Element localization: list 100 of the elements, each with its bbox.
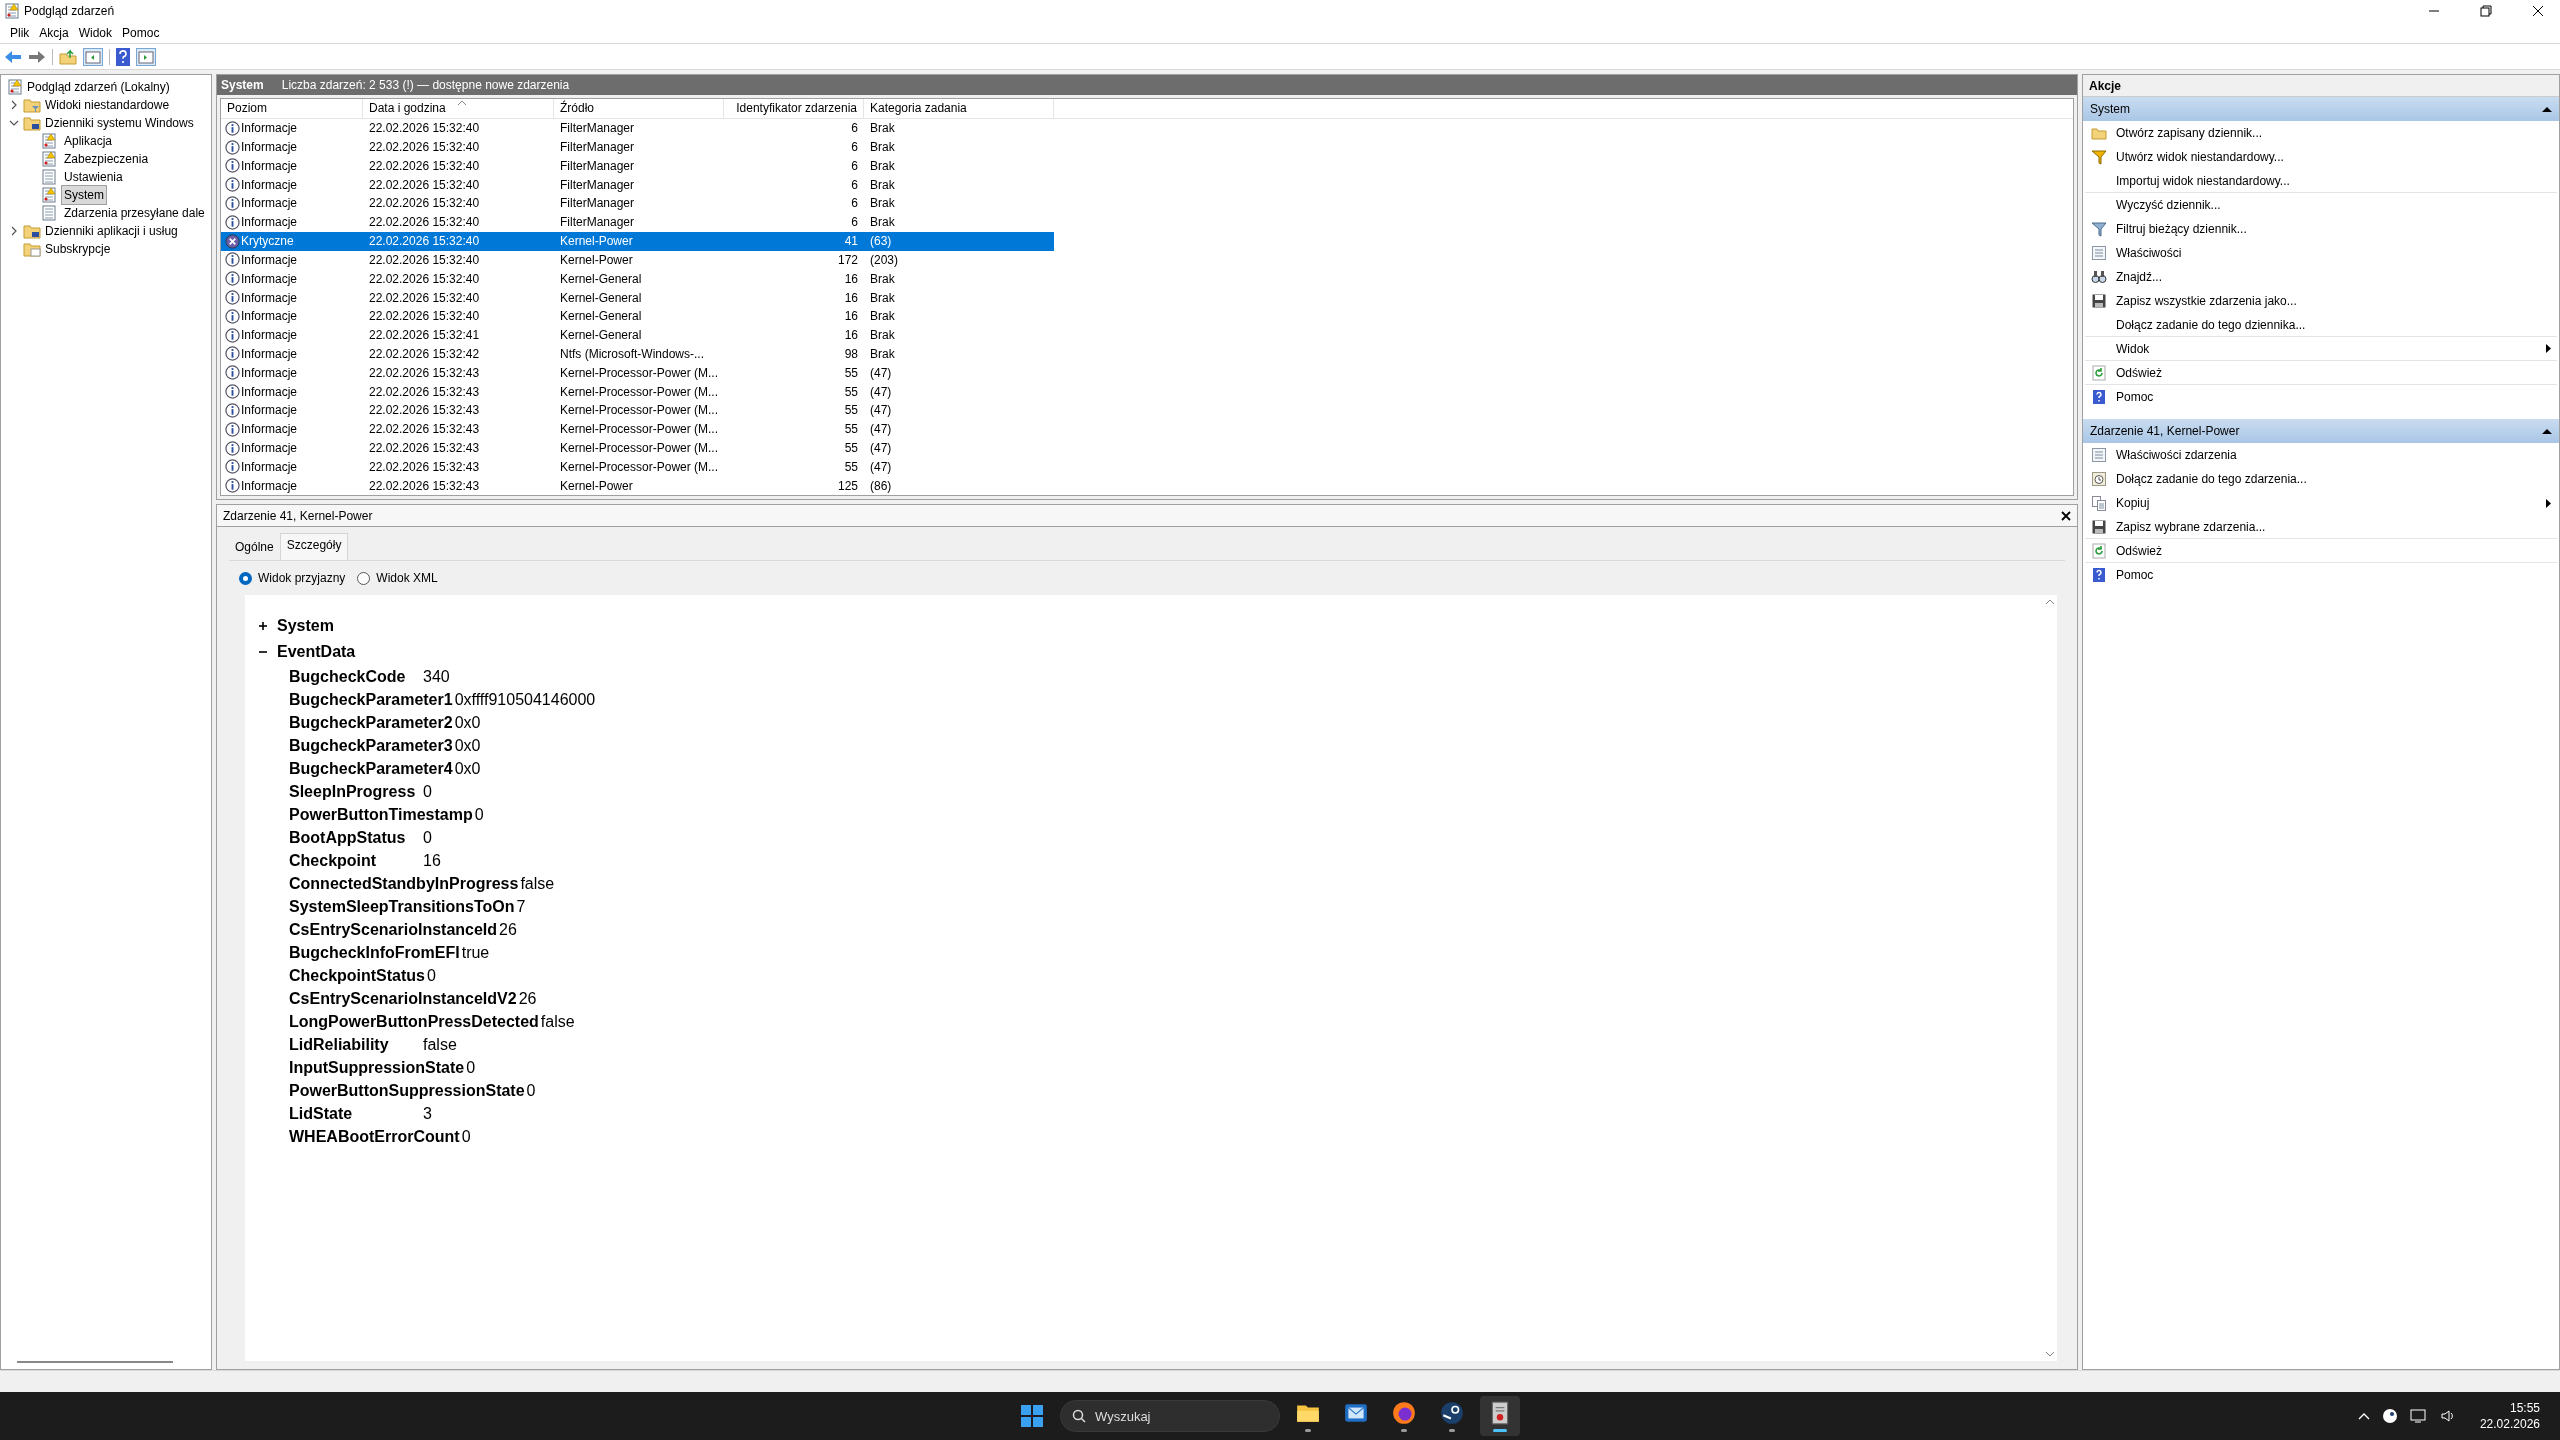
action-link[interactable]: Utwórz widok niestandardowy... [2116, 148, 2284, 166]
action-link[interactable]: Znajdź... [2116, 268, 2163, 286]
action-link[interactable]: Właściwości zdarzenia [2116, 446, 2237, 464]
table-row[interactable]: Informacje 22.02.2026 15:32:40 FilterManager 6 Brak [221, 118, 1054, 138]
action-link[interactable]: Odśwież [2116, 363, 2162, 382]
field-name: PowerButtonSuppressionState [289, 1080, 526, 1101]
table-row[interactable]: Informacje 22.02.2026 15:32:40 FilterManager 6 Brak [221, 212, 1054, 232]
scroll-up-icon[interactable] [2045, 599, 2055, 605]
tree-item[interactable]: Widoki niestandardowe [45, 96, 170, 114]
collapse-arrow-icon[interactable] [2542, 428, 2552, 434]
up-folder-icon[interactable] [59, 48, 77, 65]
tab[interactable]: Ogólne [229, 533, 280, 560]
table-row[interactable]: Informacje 22.02.2026 15:32:40 FilterManager 6 Brak [221, 156, 1054, 176]
chevron-right-icon[interactable] [9, 100, 19, 110]
scroll-down-icon[interactable] [2045, 1351, 2055, 1357]
network-icon[interactable] [2409, 1408, 2428, 1424]
volume-icon[interactable] [2439, 1408, 2456, 1424]
table-row[interactable]: Informacje 22.02.2026 15:32:41 Kernel-General 16 Brak [221, 325, 1054, 345]
collapse-icon[interactable] [259, 648, 267, 656]
table-cell-text: (47) [869, 383, 893, 401]
close-icon[interactable] [2061, 510, 2071, 521]
table-cell-text: Informacje [241, 139, 298, 157]
action-link[interactable]: Zapisz wybrane zdarzenia... [2116, 517, 2266, 536]
search-field[interactable]: Wyszukaj [1060, 1400, 1280, 1432]
table-row[interactable]: Informacje 22.02.2026 15:32:40 Kernel-General 16 Brak [221, 306, 1054, 326]
tree-item[interactable]: Aplikacja [61, 131, 116, 151]
column-header[interactable]: Identyfikator zdarzenia [724, 99, 864, 118]
close-icon[interactable] [2532, 5, 2544, 17]
table-row[interactable]: Informacje 22.02.2026 15:32:43 Kernel-Processor-Power (M... 55 (47) [221, 382, 1054, 401]
chevron-down-icon[interactable] [9, 118, 19, 128]
table-row[interactable]: Informacje 22.02.2026 15:32:40 FilterManager 6 Brak [221, 194, 1054, 213]
action-link[interactable]: Zapisz wszystkie zdarzenia jako... [2116, 292, 2297, 310]
table-row[interactable]: Informacje 22.02.2026 15:32:43 Kernel-Processor-Power (M... 55 (47) [221, 401, 1054, 420]
table-row[interactable]: Informacje 22.02.2026 15:32:40 FilterManager 6 Brak [221, 175, 1054, 195]
start-icon[interactable] [1020, 1404, 1044, 1428]
action-link[interactable]: Widok [2116, 339, 2150, 358]
table-row[interactable]: Informacje 22.02.2026 15:32:43 Kernel-Processor-Power (M... 55 (47) [221, 363, 1054, 383]
action-link[interactable]: Kopiuj [2116, 494, 2150, 512]
menu-item[interactable]: Akcja [35, 23, 73, 42]
menu-item[interactable]: Plik [6, 23, 34, 42]
table-row[interactable]: Informacje 22.02.2026 15:32:42 Ntfs (Microsoft-Windows-... 98 Brak [221, 344, 1054, 364]
table-row[interactable]: Krytyczne 22.02.2026 15:32:40 Kernel-Power 41 (63) [221, 231, 1054, 251]
table-row[interactable]: Informacje 22.02.2026 15:32:43 Kernel-Processor-Power (M... 55 (47) [221, 457, 1054, 477]
restore-icon[interactable] [2480, 5, 2492, 17]
log-icon [41, 169, 57, 185]
table-row[interactable]: Informacje 22.02.2026 15:32:43 Kernel-Power 125 (86) [221, 476, 1054, 495]
clock[interactable]: 15:55 22.02.2026 [2479, 1400, 2540, 1432]
table-row[interactable]: Informacje 22.02.2026 15:32:43 Kernel-Processor-Power (M... 55 (47) [221, 419, 1054, 439]
tree-item[interactable]: Podgląd zdarzeń (Lokalny) [27, 78, 170, 96]
column-header[interactable]: Poziom [221, 99, 363, 118]
tree-item[interactable]: System [61, 185, 107, 205]
back-arrow-icon[interactable] [4, 49, 22, 64]
action-link[interactable]: Dołącz zadanie do tego zdarzenia... [2116, 470, 2307, 488]
action-pane-icon[interactable] [136, 47, 156, 66]
refresh-icon [2091, 542, 2107, 559]
tree-item[interactable]: Ustawienia [61, 167, 126, 187]
forward-arrow-icon[interactable] [28, 49, 46, 64]
tab[interactable]: Szczegóły [279, 533, 349, 560]
expand-icon[interactable] [259, 622, 267, 630]
action-link[interactable]: Właściwości [2116, 244, 2182, 262]
table-row[interactable]: Informacje 22.02.2026 15:32:40 FilterManager 6 Brak [221, 137, 1054, 157]
help-icon[interactable] [116, 47, 130, 66]
pane-toggle-icon[interactable] [83, 47, 103, 66]
tree-item[interactable]: Zdarzenia przesyłane dale [61, 203, 208, 223]
table-row[interactable]: Informacje 22.02.2026 15:32:43 Kernel-Processor-Power (M... 55 (47) [221, 438, 1054, 458]
column-header[interactable]: Data i godzina [363, 99, 554, 118]
tree-item[interactable]: Dzienniki systemu Windows [45, 114, 194, 132]
action-group-header[interactable]: System [2083, 97, 2559, 121]
table-cell-text: (47) [869, 364, 893, 382]
steam-tray-icon[interactable] [2381, 1408, 2398, 1424]
table-cell-text: FilterManager [559, 120, 636, 138]
radio-button[interactable] [357, 571, 371, 585]
action-link[interactable]: Otwórz zapisany dziennik... [2116, 124, 2263, 142]
table-row[interactable]: Informacje 22.02.2026 15:32:40 Kernel-Power 172 (203) [221, 250, 1054, 270]
action-link[interactable]: Pomoc [2116, 388, 2154, 406]
action-link[interactable]: Odśwież [2116, 541, 2162, 560]
action-link[interactable]: Filtruj bieżący dziennik... [2116, 220, 2247, 238]
tree-item[interactable]: Subskrypcje [45, 240, 111, 258]
action-link[interactable]: Importuj widok niestandardowy... [2116, 171, 2290, 190]
scrollbar-thumb[interactable] [17, 1361, 173, 1363]
menu-item[interactable]: Widok [74, 23, 117, 42]
chevron-up-icon[interactable] [2357, 1412, 2370, 1420]
column-header[interactable]: Kategoria zadania [864, 99, 1054, 118]
column-header[interactable]: Źródło [554, 99, 724, 118]
table-row[interactable]: Informacje 22.02.2026 15:32:40 Kernel-General 16 Brak [221, 269, 1054, 289]
radio-button[interactable] [239, 571, 252, 585]
chevron-right-icon[interactable] [9, 226, 19, 236]
action-link[interactable]: Dołącz zadanie do tego dziennika... [2116, 315, 2306, 334]
collapse-arrow-icon[interactable] [2542, 106, 2552, 112]
filter-icon [2091, 149, 2107, 165]
action-link[interactable]: Wyczyść dziennik... [2116, 196, 2221, 214]
menu-item[interactable]: Pomoc [118, 23, 164, 42]
action-link[interactable]: Pomoc [2116, 566, 2154, 584]
tree-item[interactable]: Zabezpieczenia [61, 149, 152, 169]
tree-item[interactable]: Dzienniki aplikacji i usług [45, 222, 178, 240]
field-name: PowerButtonTimestamp [289, 804, 474, 825]
table-row[interactable]: Informacje 22.02.2026 15:32:40 Kernel-General 16 Brak [221, 288, 1054, 307]
taskbar-app[interactable] [1480, 1396, 1520, 1436]
table-cell-text: 6 [850, 195, 859, 213]
action-group-header[interactable]: Zdarzenie 41, Kernel-Power [2083, 419, 2559, 443]
